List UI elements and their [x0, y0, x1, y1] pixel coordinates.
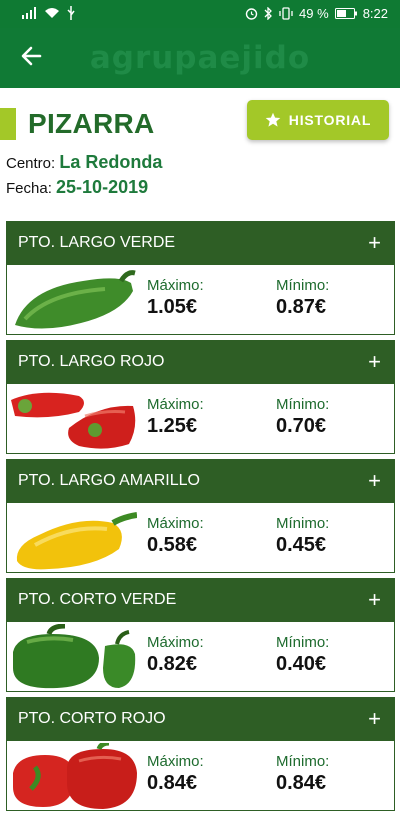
product-card-header[interactable]: PTO. CORTO VERDE +	[6, 578, 395, 622]
usb-icon	[67, 6, 75, 20]
yellow-long-pepper-image	[16, 512, 137, 570]
expand-plus-icon[interactable]: +	[368, 232, 381, 254]
product-card-body: Máximo: 0.84€ Mínimo: 0.84€	[6, 741, 395, 811]
product-card: PTO. CORTO VERDE + Máximo: 0.82€ Mínimo:…	[6, 578, 395, 692]
min-price-col: Mínimo: 0.45€	[276, 515, 329, 557]
title-accent-bar	[0, 108, 16, 140]
product-card-header[interactable]: PTO. CORTO ROJO +	[6, 697, 395, 741]
product-card-body: Máximo: 0.58€ Mínimo: 0.45€	[6, 503, 395, 573]
min-price-col: Mínimo: 0.70€	[276, 396, 329, 438]
signal-icon	[22, 7, 36, 19]
page-title: PIZARRA	[28, 108, 155, 139]
max-price: 0.82€	[147, 653, 198, 675]
product-name: PTO. LARGO VERDE	[18, 234, 176, 251]
alarm-icon	[245, 8, 258, 20]
min-price: 0.45€	[276, 534, 327, 556]
product-name: PTO. LARGO ROJO	[18, 353, 165, 370]
min-label: Mínimo:	[276, 396, 330, 413]
max-price-col: Máximo: 0.84€	[147, 753, 204, 795]
product-card-body: Máximo: 1.05€ Mínimo: 0.87€	[6, 265, 395, 335]
green-long-pepper-image	[15, 270, 136, 329]
green-short-pepper-image	[13, 624, 136, 689]
history-button-label: HISTORIAL	[288, 112, 372, 128]
min-label: Mínimo:	[276, 277, 330, 294]
min-price: 0.87€	[276, 296, 327, 318]
product-name: PTO. CORTO ROJO	[18, 710, 166, 727]
status-bar: 49 % 8:22	[0, 0, 400, 28]
history-button[interactable]: HISTORIAL	[247, 100, 389, 140]
product-list: PTO. LARGO VERDE + Máximo: 1.05€ Mínimo:…	[6, 221, 395, 816]
product-card-body: Máximo: 0.82€ Mínimo: 0.40€	[6, 622, 395, 692]
center-label: Centro:	[6, 155, 56, 172]
date-value: 25-10-2019	[56, 177, 149, 197]
product-card-header[interactable]: PTO. LARGO ROJO +	[6, 340, 395, 384]
status-right-icons: 49 % 8:22	[245, 6, 388, 21]
product-card-header[interactable]: PTO. LARGO AMARILLO +	[6, 459, 395, 503]
product-card: PTO. LARGO ROJO + Máximo: 1.25€ Mínimo: …	[6, 340, 395, 454]
expand-plus-icon[interactable]: +	[368, 589, 381, 611]
min-price: 0.84€	[276, 772, 327, 794]
vibrate-icon	[279, 7, 293, 20]
max-label: Máximo:	[147, 277, 204, 294]
battery-percent: 49 %	[299, 6, 329, 21]
min-label: Mínimo:	[276, 753, 330, 770]
max-price: 0.84€	[147, 772, 198, 794]
max-price-col: Máximo: 1.25€	[147, 396, 204, 438]
max-label: Máximo:	[147, 634, 204, 651]
center-row: Centro: La Redonda	[6, 152, 162, 173]
app-bar: agrupaejido	[0, 28, 400, 88]
clock-time: 8:22	[362, 6, 388, 21]
min-label: Mínimo:	[276, 634, 330, 651]
product-card: PTO. LARGO VERDE + Máximo: 1.05€ Mínimo:…	[6, 221, 395, 335]
red-long-pepper-image	[11, 392, 136, 449]
product-card: PTO. CORTO ROJO + Máximo: 0.84€ Mínimo: …	[6, 697, 395, 811]
app-logo: agrupaejido	[89, 40, 311, 76]
center-value: La Redonda	[59, 152, 163, 172]
max-price: 1.05€	[147, 296, 198, 318]
back-arrow-icon[interactable]	[18, 42, 46, 70]
expand-plus-icon[interactable]: +	[368, 708, 381, 730]
product-card-body: Máximo: 1.25€ Mínimo: 0.70€	[6, 384, 395, 454]
min-price-col: Mínimo: 0.87€	[276, 277, 329, 319]
star-icon	[265, 112, 281, 127]
product-name: PTO. LARGO AMARILLO	[18, 472, 200, 489]
date-label: Fecha:	[6, 180, 52, 197]
min-price-col: Mínimo: 0.40€	[276, 634, 329, 676]
wifi-icon	[45, 8, 59, 18]
min-price-col: Mínimo: 0.84€	[276, 753, 329, 795]
product-card-header[interactable]: PTO. LARGO VERDE +	[6, 221, 395, 265]
max-label: Máximo:	[147, 396, 204, 413]
max-label: Máximo:	[147, 515, 204, 532]
max-price-col: Máximo: 0.58€	[147, 515, 204, 557]
red-short-pepper-image	[13, 743, 137, 809]
expand-plus-icon[interactable]: +	[368, 351, 381, 373]
max-price-col: Máximo: 0.82€	[147, 634, 204, 676]
date-row: Fecha: 25-10-2019	[6, 177, 148, 198]
status-left-icons	[22, 6, 76, 20]
product-name: PTO. CORTO VERDE	[18, 591, 177, 608]
max-price: 0.58€	[147, 534, 198, 556]
max-label: Máximo:	[147, 753, 204, 770]
product-card: PTO. LARGO AMARILLO + Máximo: 0.58€ Míni…	[6, 459, 395, 573]
battery-icon	[334, 8, 357, 19]
min-price: 0.40€	[276, 653, 327, 675]
min-price: 0.70€	[276, 415, 327, 437]
max-price: 1.25€	[147, 415, 198, 437]
bluetooth-icon	[264, 7, 272, 20]
expand-plus-icon[interactable]: +	[368, 470, 381, 492]
max-price-col: Máximo: 1.05€	[147, 277, 204, 319]
min-label: Mínimo:	[276, 515, 330, 532]
